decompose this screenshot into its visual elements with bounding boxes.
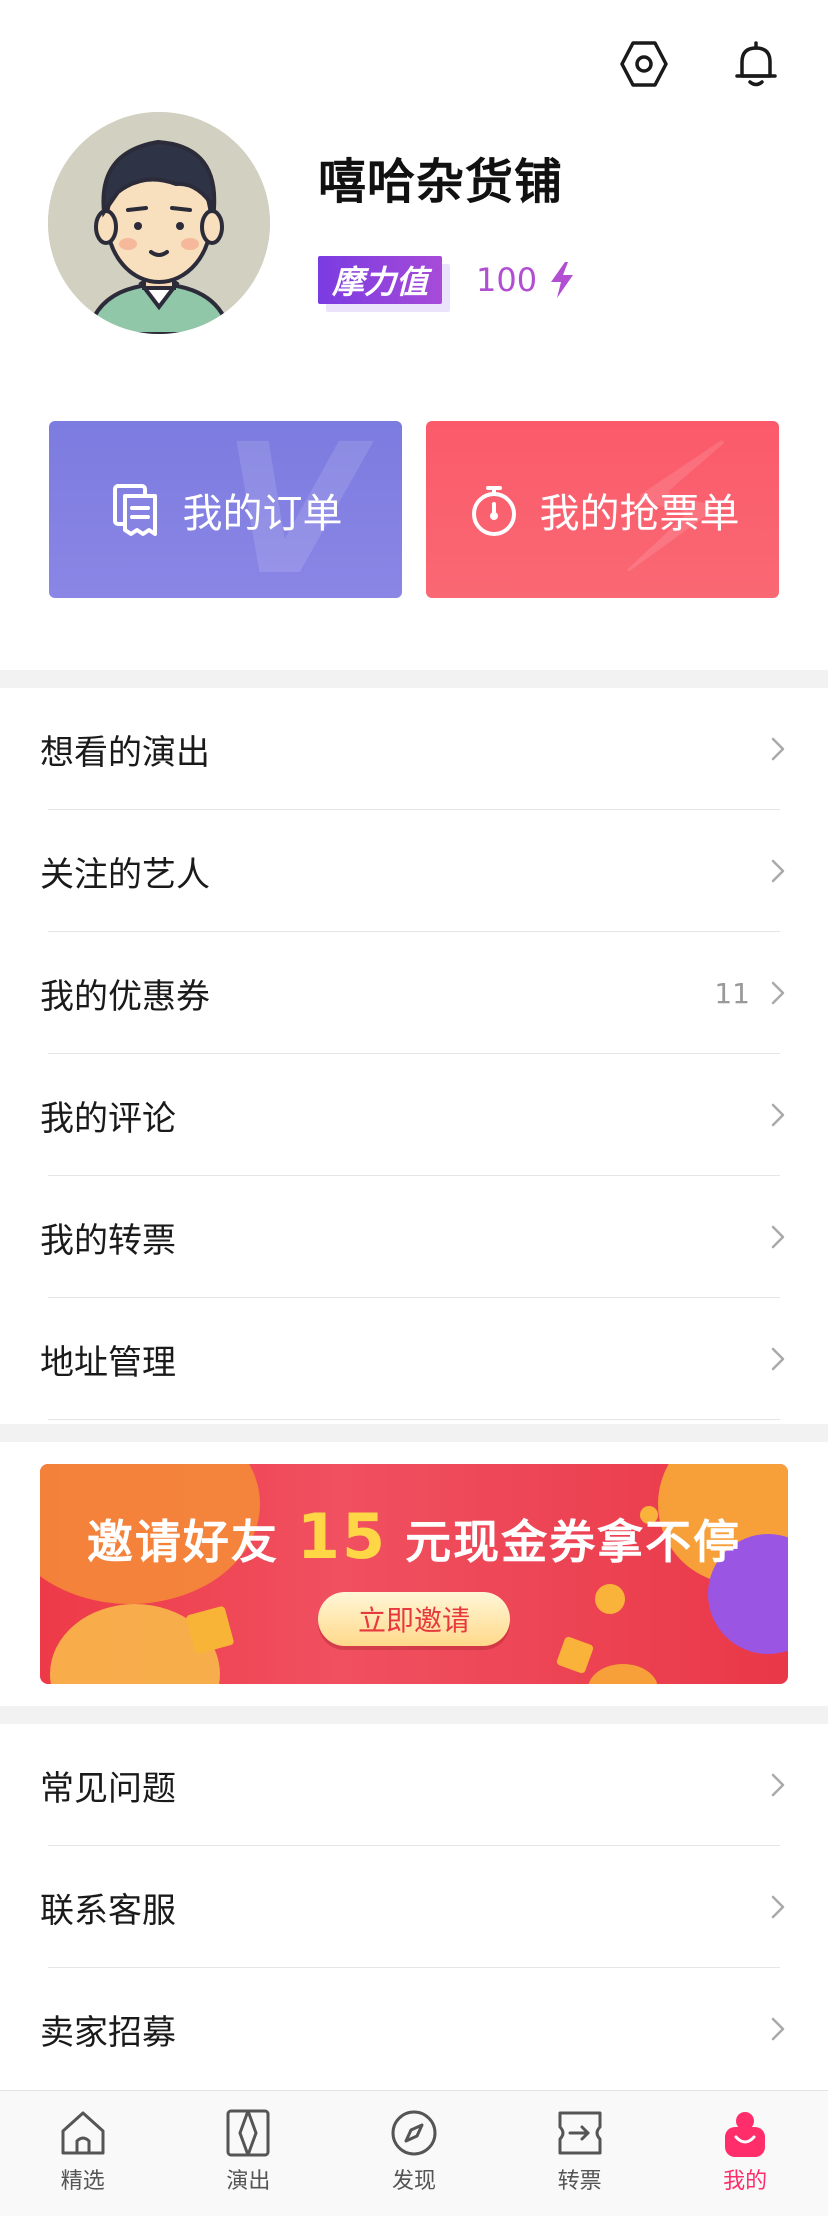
coupon-count: 11 (714, 976, 750, 1010)
card-watermark: V (222, 421, 362, 598)
avatar[interactable] (48, 112, 270, 334)
menu-item-customer-service[interactable]: 联系客服 (0, 1846, 828, 1968)
banner-title: 邀请好友 15 元现金券拿不停 (40, 1500, 788, 1573)
tab-label: 转票 (557, 2169, 602, 2194)
banner-title-amount: 15 (296, 1500, 388, 1573)
invite-banner[interactable]: 邀请好友 15 元现金券拿不停 立即邀请 (40, 1464, 788, 1684)
lightning-icon (551, 262, 574, 298)
profile-section: 嘻哈杂货铺 摩力值 100 (48, 112, 575, 334)
chevron-right-icon (771, 1225, 785, 1249)
menu-item-label: 想看的演出 (40, 732, 210, 773)
section-divider (0, 670, 828, 688)
menu-item-faq[interactable]: 常见问题 (0, 1724, 828, 1846)
menu-item-label: 我的评论 (40, 1098, 176, 1139)
banner-title-prefix: 邀请好友 (86, 1515, 279, 1569)
chevron-right-icon (771, 2017, 785, 2041)
menu-item-label: 我的优惠券 (40, 976, 210, 1017)
chevron-right-icon (771, 737, 785, 761)
menu-item-label: 常见问题 (40, 1768, 176, 1809)
tab-label: 我的 (723, 2169, 768, 2194)
menu-item-label: 我的转票 (40, 1220, 176, 1261)
menu-item-transfers[interactable]: 我的转票 (0, 1176, 828, 1298)
menu-item-followed-artists[interactable]: 关注的艺人 (0, 810, 828, 932)
section-divider (0, 1706, 828, 1724)
home-icon (61, 2111, 105, 2155)
tab-label: 精选 (60, 2169, 105, 2194)
section-divider (0, 1424, 828, 1442)
menu-item-comments[interactable]: 我的评论 (0, 1054, 828, 1176)
coupon-decoration (555, 1635, 595, 1675)
bottom-tab-bar: 精选 演出 发现 转票 我的 (0, 2090, 828, 2216)
banner-decoration (588, 1664, 658, 1684)
menu-item-label: 联系客服 (40, 1890, 176, 1931)
chevron-right-icon (771, 859, 785, 883)
coin-decoration (595, 1584, 625, 1614)
stopwatch-icon (471, 485, 516, 536)
moli-value: 100 (476, 261, 538, 299)
banner-title-suffix: 元现金券拿不停 (405, 1515, 742, 1569)
tab-label: 演出 (226, 2169, 271, 2194)
chevron-right-icon (771, 1103, 785, 1127)
secondary-menu: 常见问题 联系客服 卖家招募 (0, 1724, 828, 2090)
my-orders-button[interactable]: V 我的订单 (49, 421, 402, 598)
bell-icon[interactable] (728, 36, 784, 92)
chevron-right-icon (771, 1895, 785, 1919)
menu-item-label: 卖家招募 (40, 2012, 176, 2053)
menu-item-seller-recruit[interactable]: 卖家招募 (0, 1968, 828, 2090)
invite-now-button[interactable]: 立即邀请 (318, 1592, 510, 1646)
username: 嘻哈杂货铺 (318, 154, 564, 210)
moli-row[interactable]: 摩力值 100 (318, 256, 575, 304)
primary-menu: 想看的演出 关注的艺人 我的优惠券 11 我的评论 我的转票 地址管理 (0, 688, 828, 1420)
tab-shows[interactable]: 演出 (166, 2091, 332, 2216)
orders-icon (112, 483, 157, 536)
tab-featured[interactable]: 精选 (0, 2091, 166, 2216)
menu-item-label: 关注的艺人 (40, 854, 210, 895)
menu-item-wanted-shows[interactable]: 想看的演出 (0, 688, 828, 810)
ticket-icon (226, 2109, 270, 2157)
chevron-right-icon (771, 1773, 785, 1797)
tab-discover[interactable]: 发现 (331, 2091, 497, 2216)
chevron-right-icon (771, 1347, 785, 1371)
my-grab-tickets-button[interactable]: ⚡ 我的抢票单 (426, 421, 779, 598)
header-actions (616, 36, 784, 92)
card-watermark: ⚡ (612, 421, 739, 598)
profile-info: 嘻哈杂货铺 摩力值 100 (318, 142, 575, 304)
transfer-ticket-icon (558, 2111, 602, 2155)
compass-icon (391, 2110, 437, 2156)
tab-label: 发现 (391, 2169, 436, 2194)
profile-bag-icon (725, 2112, 766, 2157)
tab-transfer[interactable]: 转票 (497, 2091, 663, 2216)
tab-mine[interactable]: 我的 (662, 2091, 828, 2216)
menu-item-coupons[interactable]: 我的优惠券 11 (0, 932, 828, 1054)
action-cards: V 我的订单 ⚡ 我的抢票单 (49, 421, 779, 598)
chevron-right-icon (771, 981, 785, 1005)
moli-badge: 摩力值 (318, 256, 443, 304)
menu-item-address[interactable]: 地址管理 (0, 1298, 828, 1420)
menu-item-label: 地址管理 (40, 1342, 176, 1383)
settings-icon[interactable] (616, 36, 672, 92)
